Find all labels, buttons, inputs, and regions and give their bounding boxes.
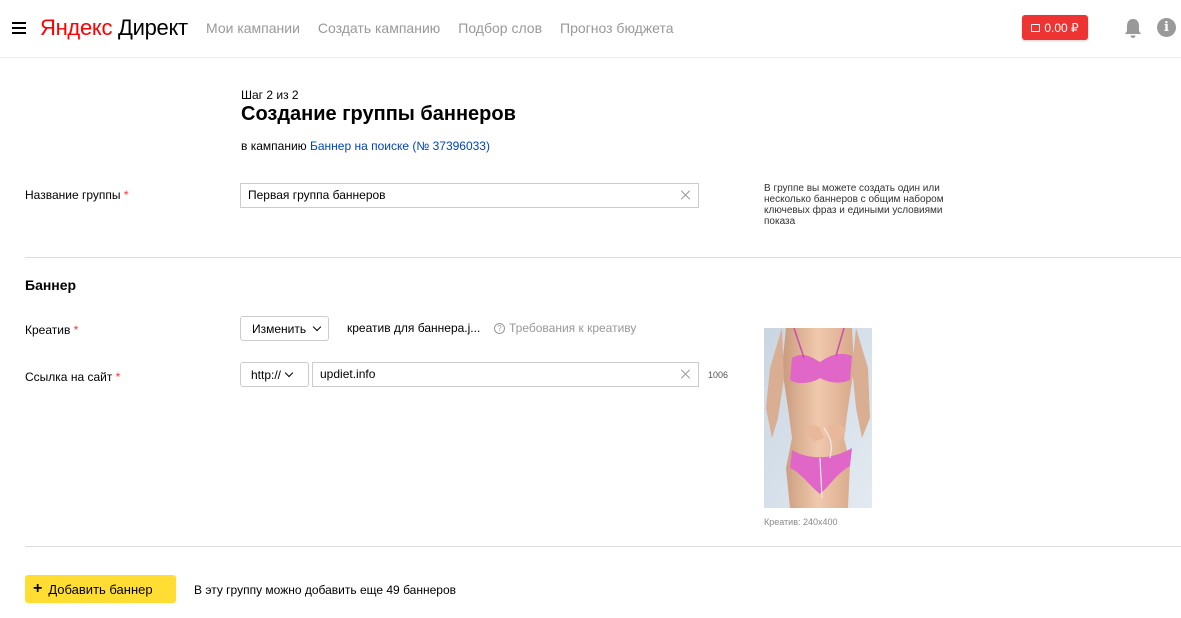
creative-requirements-link[interactable]: ? Требования к креативу [494, 321, 636, 335]
bell-icon[interactable] [1123, 17, 1143, 39]
balance-value: 0.00 ₽ [1044, 20, 1079, 35]
group-name-input[interactable] [248, 188, 653, 202]
top-header: Яндекс Директ Мои кампании Создать кампа… [0, 0, 1181, 58]
wallet-icon [1031, 23, 1041, 32]
site-url-field[interactable] [312, 362, 699, 387]
required-mark: * [73, 323, 79, 337]
protocol-value: http:// [251, 367, 282, 382]
group-name-field[interactable] [240, 183, 699, 208]
clear-icon[interactable] [681, 190, 691, 200]
logo-direct: Директ [118, 15, 188, 40]
plus-icon: + [33, 580, 43, 597]
site-link-label-text: Ссылка на сайт [25, 370, 113, 384]
creative-size-caption: Креатив: 240x400 [764, 517, 838, 527]
creative-preview-image [764, 328, 872, 508]
nav-create-campaign[interactable]: Создать кампанию [318, 19, 440, 37]
chars-left-counter: 1006 [708, 370, 729, 380]
change-creative-label: Изменить [252, 321, 307, 336]
logo-yandex: Яндекс [40, 15, 113, 40]
group-hint: В группе вы можете создать один или неск… [764, 183, 944, 227]
question-icon: ? [494, 322, 505, 334]
chevron-down-icon [312, 322, 322, 332]
campaign-prefix: в кампанию [241, 139, 307, 153]
menu-icon[interactable] [12, 22, 26, 34]
group-name-label: Название группы * [25, 188, 129, 202]
divider [25, 546, 1181, 547]
group-name-label-text: Название группы [25, 188, 121, 202]
creative-file-name: креатив для баннера.j... [347, 321, 481, 335]
info-icon[interactable]: i [1157, 18, 1176, 37]
creative-label: Креатив * [25, 323, 78, 337]
clear-icon[interactable] [681, 369, 691, 379]
site-url-input[interactable] [320, 367, 661, 381]
required-mark: * [115, 370, 121, 384]
step-indicator: Шаг 2 из 2 [241, 88, 299, 102]
nav-budget-forecast[interactable]: Прогноз бюджета [560, 19, 674, 37]
campaign-link[interactable]: Баннер на поиске (№ 37396033) [310, 139, 490, 153]
protocol-select[interactable]: http:// [240, 362, 309, 387]
nav-word-selection[interactable]: Подбор слов [458, 19, 542, 37]
add-banner-label: Добавить баннер [48, 581, 153, 597]
logo[interactable]: Яндекс Директ [40, 14, 188, 42]
site-link-label: Ссылка на сайт * [25, 370, 120, 384]
chevron-down-icon [284, 368, 294, 378]
change-creative-button[interactable]: Изменить [240, 316, 329, 341]
campaign-line: в кампанию Баннер на поиске (№ 37396033) [241, 139, 490, 153]
banner-section-title: Баннер [25, 277, 77, 293]
nav-my-campaigns[interactable]: Мои кампании [206, 19, 300, 37]
add-banner-button[interactable]: + Добавить баннер [25, 575, 176, 603]
balance-button[interactable]: 0.00 ₽ [1022, 15, 1088, 40]
creative-label-text: Креатив [25, 323, 71, 337]
page-title: Создание группы баннеров [241, 103, 516, 125]
add-banner-note: В эту группу можно добавить еще 49 банне… [194, 583, 456, 597]
creative-requirements-text: Требования к креативу [509, 321, 637, 335]
required-mark: * [123, 188, 129, 202]
main-nav: Мои кампании Создать кампанию Подбор сло… [206, 19, 674, 37]
divider [25, 257, 1181, 258]
